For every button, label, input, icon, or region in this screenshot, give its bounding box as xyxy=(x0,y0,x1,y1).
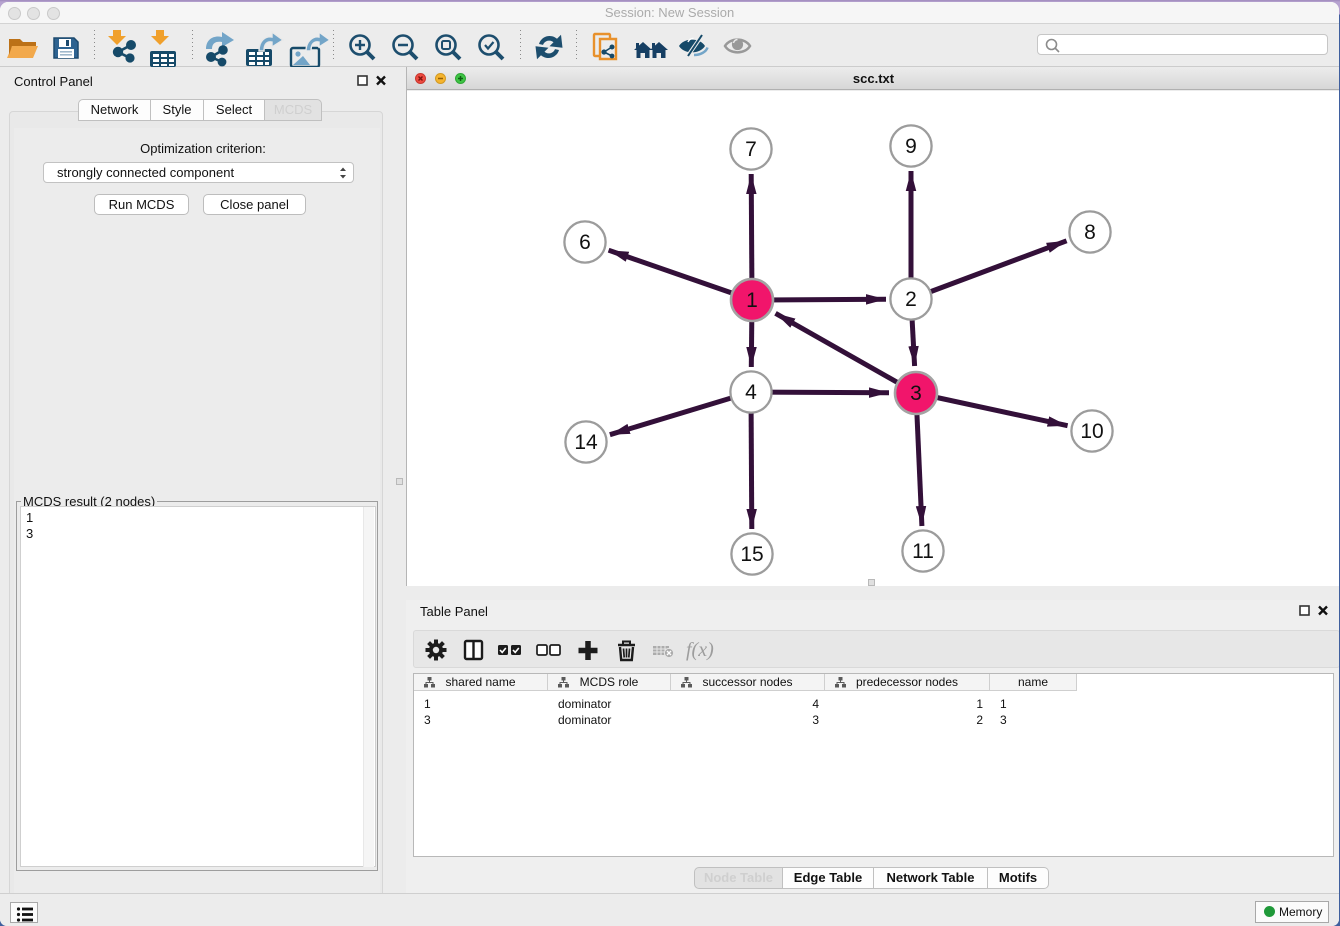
svg-text:3: 3 xyxy=(910,382,922,405)
svg-text:11: 11 xyxy=(912,540,934,563)
svg-text:6: 6 xyxy=(579,231,591,254)
svg-text:1: 1 xyxy=(746,289,758,312)
svg-text:9: 9 xyxy=(905,135,917,158)
svg-text:2: 2 xyxy=(905,288,917,311)
svg-text:14: 14 xyxy=(574,431,598,454)
svg-text:15: 15 xyxy=(740,543,763,566)
svg-text:8: 8 xyxy=(1084,221,1096,244)
svg-text:4: 4 xyxy=(745,381,757,404)
svg-text:f(x): f(x) xyxy=(686,639,714,661)
svg-text:7: 7 xyxy=(745,138,757,161)
svg-text:10: 10 xyxy=(1080,420,1103,443)
